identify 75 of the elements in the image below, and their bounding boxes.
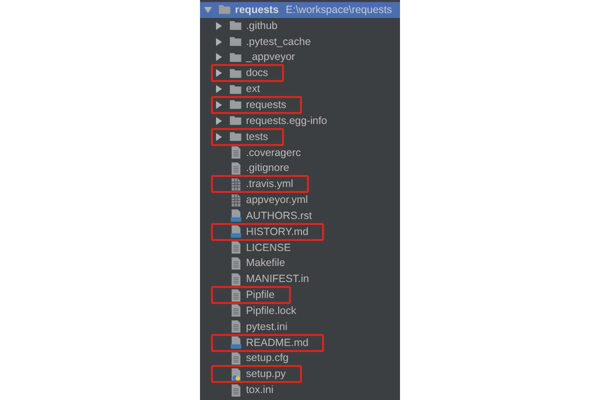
file-name: pytest.ini (246, 320, 288, 333)
python-file-icon (229, 366, 243, 382)
tree-row[interactable]: tests (200, 128, 400, 145)
tree-row[interactable]: requests.egg-info (200, 112, 400, 129)
expand-arrow-icon[interactable] (215, 22, 223, 30)
file-name: setup.py (246, 368, 286, 380)
file-name: Pipfile (246, 289, 275, 302)
tree-row[interactable]: HISTORY.md (200, 224, 400, 240)
tree-row[interactable]: Makefile (200, 256, 400, 272)
document-file-icon (229, 208, 243, 224)
folder-name: .github (246, 20, 278, 32)
file-icon (229, 288, 243, 303)
tree-row[interactable]: LICENSE (200, 240, 400, 256)
folder-name: .pytest_cache (246, 36, 311, 48)
folder-name: requests.egg-info (246, 114, 328, 127)
expand-arrow-icon[interactable] (215, 116, 223, 125)
expand-arrow-icon[interactable] (215, 100, 223, 109)
tree-row[interactable]: Pipfile (200, 287, 400, 304)
tree-row[interactable]: setup.py (200, 366, 400, 382)
tree-row[interactable]: Pipfile.lock (200, 303, 400, 319)
expand-arrow-icon[interactable] (215, 132, 223, 141)
file-icon (229, 256, 243, 271)
file-name: .gitignore (246, 162, 290, 174)
file-name: .coveragerc (246, 146, 301, 159)
file-name: HISTORY.md (246, 226, 308, 238)
file-name: README.md (246, 336, 308, 349)
tree-row[interactable]: .gitignore (200, 160, 400, 176)
file-icon (229, 382, 243, 398)
file-name: Makefile (246, 257, 286, 270)
file-name: LICENSE (246, 242, 291, 254)
tree-row[interactable]: .coveragerc (200, 144, 400, 160)
file-name: appveyor.yml (246, 194, 308, 206)
tree-row[interactable]: .travis.yml (200, 176, 400, 192)
document-file-icon (229, 224, 243, 240)
file-name: MANIFEST.in (246, 273, 310, 286)
file-name: AUTHORS.rst (246, 210, 312, 222)
tree-row[interactable]: .github (200, 18, 400, 34)
file-name: .travis.yml (246, 178, 294, 190)
folder-name: _appveyor (246, 51, 296, 64)
folder-name: ext (246, 83, 260, 96)
file-icon (229, 240, 243, 256)
expand-arrow-icon[interactable] (215, 38, 223, 46)
project-path: E:\workspace\requests (286, 4, 392, 16)
expand-arrow-icon[interactable] (215, 69, 223, 78)
expand-arrow-icon[interactable] (215, 53, 223, 62)
file-icon (229, 303, 243, 318)
tree-row[interactable]: pytest.ini (200, 318, 400, 335)
file-icon (229, 272, 243, 287)
tree-row[interactable]: README.md (200, 334, 400, 351)
tree-row[interactable]: AUTHORS.rst (200, 208, 400, 224)
tree-row[interactable]: requests (200, 97, 400, 113)
table-file-icon (229, 176, 243, 192)
file-name: Pipfile.lock (246, 304, 296, 317)
tree-row[interactable]: _appveyor (200, 50, 400, 66)
tree-row[interactable]: requests E:\workspace\requests (200, 2, 400, 18)
tree-row[interactable]: docs (200, 65, 400, 82)
folder-name: docs (246, 67, 268, 80)
file-icon (229, 319, 243, 334)
file-icon (229, 350, 243, 366)
tree-row[interactable]: tox.ini (200, 382, 400, 398)
folder-name: tests (246, 130, 268, 143)
folder-name: requests (235, 4, 279, 16)
tree-row[interactable]: .pytest_cache (200, 34, 400, 50)
file-icon (229, 160, 243, 176)
tree-row[interactable]: ext (200, 81, 400, 98)
document-file-icon (229, 335, 243, 350)
tree-row[interactable]: appveyor.yml (200, 192, 400, 208)
file-name: tox.ini (246, 384, 274, 396)
file-name: setup.cfg (246, 352, 289, 364)
tree-row[interactable]: setup.cfg (200, 350, 400, 366)
expand-arrow-icon[interactable] (215, 85, 223, 94)
file-icon (229, 145, 243, 160)
tree-row[interactable]: MANIFEST.in (200, 271, 400, 288)
folder-name: requests (246, 98, 286, 111)
table-file-icon (229, 192, 243, 208)
